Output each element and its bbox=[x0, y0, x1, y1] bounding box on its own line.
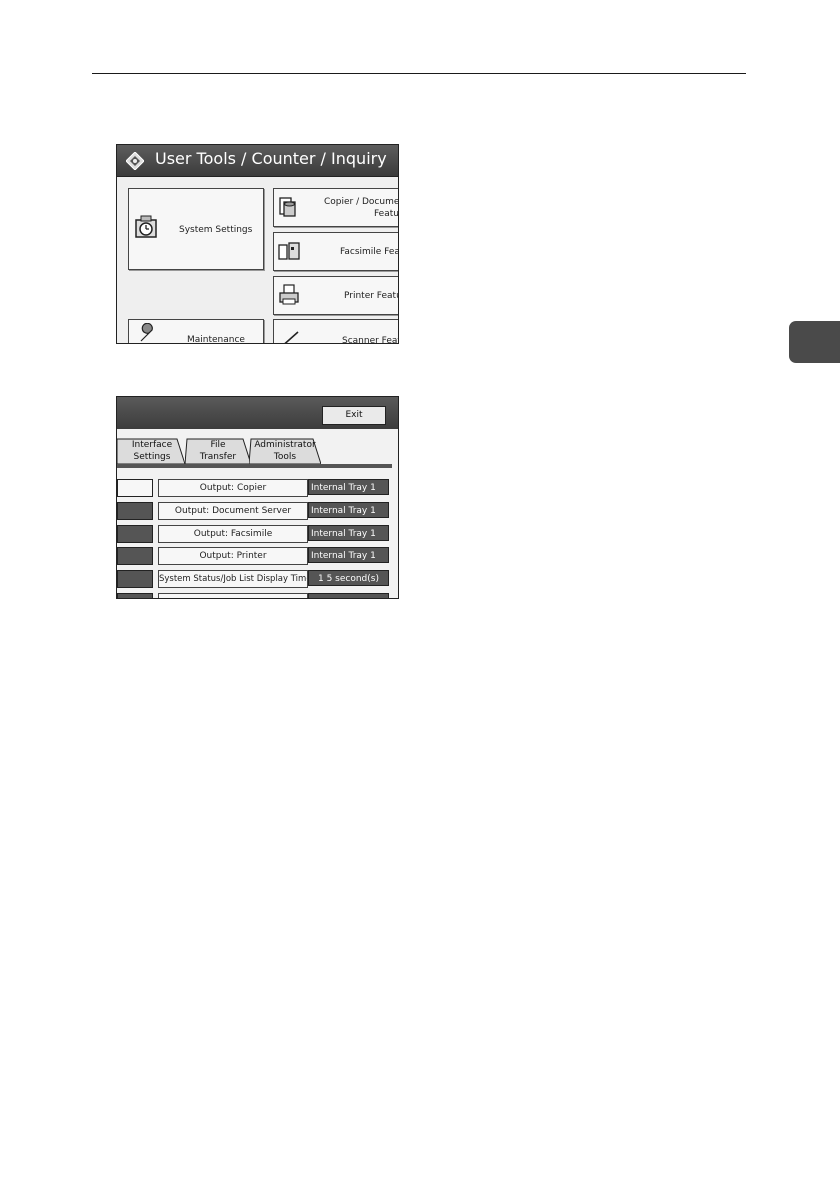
printer-features-button[interactable]: Printer Featu bbox=[273, 276, 399, 315]
next-row-button[interactable] bbox=[158, 593, 308, 598]
output-facsimile-button[interactable]: Output: Facsimile bbox=[158, 525, 308, 543]
title-bar: Exit bbox=[117, 397, 398, 429]
row-left-button[interactable] bbox=[117, 525, 153, 543]
chapter-thumb-tab bbox=[789, 321, 840, 363]
job-list-display-time-button[interactable]: System Status/Job List Display Time bbox=[158, 570, 308, 588]
tab-label-line1: Interface bbox=[131, 440, 173, 450]
row-left-button[interactable] bbox=[117, 479, 153, 497]
tab-label-line2: Transfer bbox=[199, 452, 237, 462]
system-settings-label: System Settings bbox=[179, 225, 253, 235]
tab-label-line2: Tools bbox=[273, 452, 297, 462]
copier-label-line2: Features bbox=[374, 209, 399, 219]
exit-button[interactable]: Exit bbox=[322, 406, 386, 425]
facsimile-label: Facsimile Feat bbox=[340, 247, 399, 257]
printer-icon bbox=[279, 284, 299, 305]
tab-underline bbox=[117, 464, 392, 468]
screen-title: User Tools / Counter / Inquiry bbox=[155, 149, 387, 168]
user-tools-icon bbox=[126, 152, 144, 170]
copier-icon bbox=[279, 197, 296, 217]
header-rule bbox=[92, 73, 746, 74]
scanner-label: Scanner Featu bbox=[342, 336, 398, 344]
tab-label-line2: Settings bbox=[133, 452, 171, 462]
next-row-value bbox=[308, 593, 389, 598]
clock-icon bbox=[135, 215, 157, 238]
copier-label-line1: Copier / Document bbox=[324, 197, 399, 207]
printer-label: Printer Featu bbox=[344, 291, 399, 301]
scanner-features-button[interactable]: Scanner Featu bbox=[273, 319, 398, 344]
row-left-button[interactable] bbox=[117, 547, 153, 565]
facsimile-features-button[interactable]: Facsimile Feat bbox=[273, 232, 399, 271]
row-left-button[interactable] bbox=[117, 502, 153, 520]
output-printer-button[interactable]: Output: Printer bbox=[158, 547, 308, 565]
tab-label-line1: Administrator bbox=[254, 440, 316, 450]
maintenance-button[interactable]: Maintenance bbox=[128, 319, 264, 344]
output-copier-button[interactable]: Output: Copier bbox=[158, 479, 308, 497]
row-left-button[interactable] bbox=[117, 593, 153, 598]
maintenance-label: Maintenance bbox=[187, 335, 245, 344]
tab-label-line1: File bbox=[210, 440, 226, 450]
tab-interface-settings[interactable]: Interface Settings bbox=[117, 438, 187, 464]
tab-administrator-tools[interactable]: Administrator Tools bbox=[249, 438, 321, 464]
output-printer-value: Internal Tray 1 bbox=[308, 547, 389, 563]
scanner-icon bbox=[284, 331, 299, 343]
output-copier-value: Internal Tray 1 bbox=[308, 479, 389, 495]
title-bar: User Tools / Counter / Inquiry bbox=[117, 145, 398, 177]
row-left-button[interactable] bbox=[117, 570, 153, 588]
system-settings-screenshot: Exit Interface Settings File Transfer Ad… bbox=[116, 396, 399, 599]
output-document-server-value: Internal Tray 1 bbox=[308, 502, 389, 518]
output-facsimile-value: Internal Tray 1 bbox=[308, 525, 389, 541]
tab-file-transfer[interactable]: File Transfer bbox=[185, 438, 251, 464]
output-document-server-button[interactable]: Output: Document Server bbox=[158, 502, 308, 520]
system-settings-button[interactable]: System Settings bbox=[128, 188, 264, 270]
wrench-icon bbox=[140, 323, 153, 342]
facsimile-icon bbox=[278, 242, 300, 260]
job-list-display-time-value: 1 5 second(s) bbox=[308, 570, 389, 586]
user-tools-screenshot: User Tools / Counter / Inquiry System Se… bbox=[116, 144, 399, 344]
copier-document-features-button[interactable]: Copier / Document Features bbox=[273, 188, 399, 227]
